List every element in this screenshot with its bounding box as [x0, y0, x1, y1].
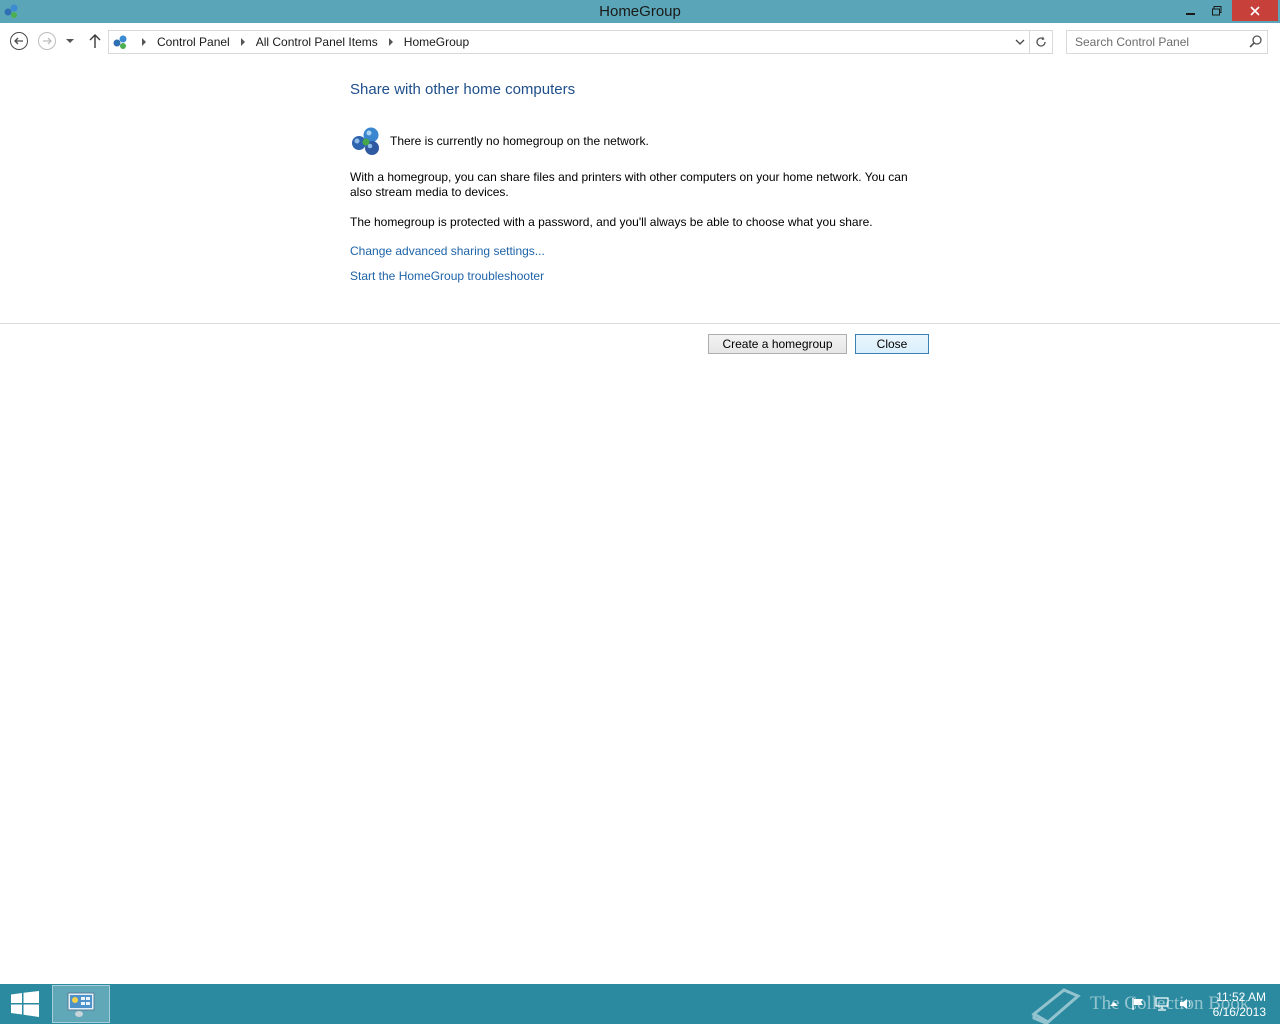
book-icon [1031, 988, 1081, 1024]
minimize-button[interactable] [1178, 0, 1204, 21]
forward-button[interactable] [37, 31, 57, 51]
restore-icon [1212, 5, 1222, 15]
network-button[interactable] [1154, 996, 1170, 1012]
up-arrow-icon [89, 34, 101, 48]
network-icon [1155, 997, 1169, 1011]
homegroup-status-text: There is currently no homegroup on the n… [390, 134, 649, 148]
breadcrumb-separator-icon[interactable] [232, 38, 254, 46]
breadcrumb: Control Panel All Control Panel Items Ho… [133, 31, 471, 53]
search-box[interactable] [1066, 30, 1268, 54]
windows-logo-icon [11, 991, 39, 1017]
breadcrumb-separator-icon[interactable] [380, 38, 402, 46]
clock[interactable]: 11:52 AM 6/16/2013 [1200, 990, 1266, 1020]
window-title: HomeGroup [599, 3, 681, 20]
address-bar[interactable]: Control Panel All Control Panel Items Ho… [108, 30, 1030, 54]
password-description: The homegroup is protected with a passwo… [350, 215, 873, 229]
back-button[interactable] [9, 31, 29, 51]
title-bar: HomeGroup [0, 0, 1280, 23]
minimize-icon [1186, 12, 1195, 15]
divider [0, 323, 1280, 324]
breadcrumb-all-control-panel-items[interactable]: All Control Panel Items [254, 35, 380, 49]
homegroup-icon [352, 127, 379, 155]
address-dropdown-button[interactable] [1013, 34, 1027, 50]
search-input[interactable] [1073, 33, 1247, 51]
change-advanced-sharing-link[interactable]: Change advanced sharing settings... [350, 244, 545, 258]
speaker-icon [1180, 999, 1191, 1009]
recent-locations-button[interactable] [62, 31, 78, 51]
navigation-bar: Control Panel All Control Panel Items Ho… [0, 23, 1280, 59]
back-arrow-icon [10, 32, 28, 50]
action-center-button[interactable] [1130, 996, 1146, 1012]
breadcrumb-separator-icon[interactable] [133, 38, 155, 46]
homegroup-icon [113, 35, 127, 49]
refresh-icon [1036, 36, 1046, 47]
volume-button[interactable] [1178, 996, 1194, 1012]
refresh-button[interactable] [1030, 30, 1053, 54]
chevron-down-icon [1015, 39, 1025, 45]
clock-time: 11:52 AM [1216, 990, 1266, 1004]
search-icon[interactable] [1249, 34, 1263, 48]
taskbar-control-panel[interactable] [52, 985, 110, 1023]
show-hidden-icons-button[interactable] [1106, 996, 1122, 1012]
forward-arrow-icon [38, 32, 56, 50]
taskbar: The Collection Book 11:52 AM 6/16/2013 [0, 984, 1280, 1024]
restore-button[interactable] [1204, 0, 1230, 21]
close-button[interactable]: Close [855, 334, 929, 354]
start-button[interactable] [0, 984, 50, 1024]
close-icon [1250, 5, 1260, 16]
page-title: Share with other home computers [350, 81, 576, 98]
create-homegroup-button[interactable]: Create a homegroup [708, 334, 847, 354]
homegroup-description: With a homegroup, you can share files an… [350, 170, 908, 199]
close-window-button[interactable] [1232, 0, 1278, 21]
chevron-down-icon [66, 39, 74, 43]
flag-icon [1132, 998, 1143, 1010]
homegroup-status: There is currently no homegroup on the n… [350, 126, 649, 156]
breadcrumb-homegroup[interactable]: HomeGroup [402, 35, 471, 49]
homegroup-troubleshooter-link[interactable]: Start the HomeGroup troubleshooter [350, 269, 544, 283]
breadcrumb-control-panel[interactable]: Control Panel [155, 35, 232, 49]
clock-date: 6/16/2013 [1212, 1005, 1266, 1019]
control-panel-icon [67, 992, 95, 1017]
chevron-up-icon [1110, 1002, 1118, 1006]
up-button[interactable] [85, 31, 105, 51]
